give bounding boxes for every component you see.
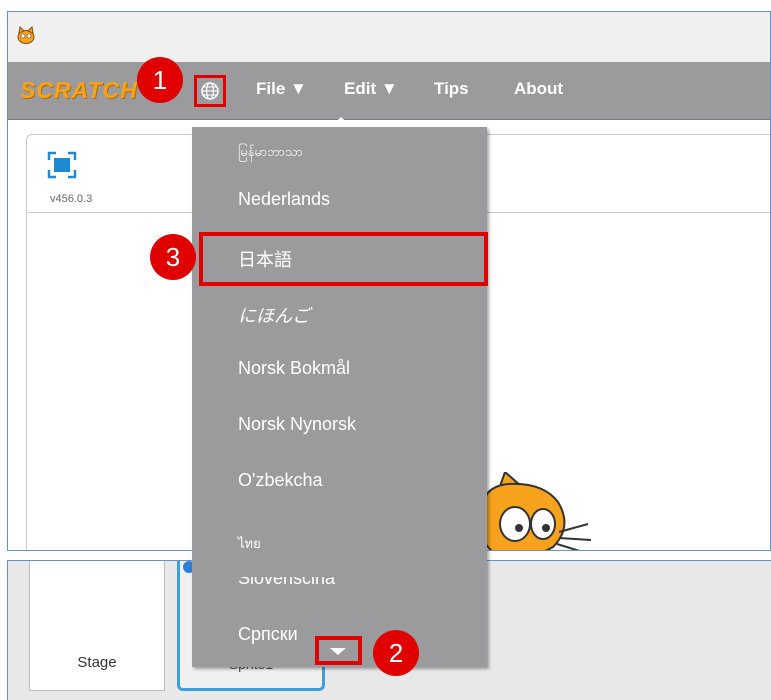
scroll-down-button[interactable]	[315, 636, 362, 665]
dropdown-gap	[192, 551, 487, 560]
language-item[interactable]: Norsk Bokmål	[238, 358, 350, 379]
language-item[interactable]: O'zbekcha	[238, 470, 322, 491]
step-badge-3: 3	[150, 234, 196, 280]
fullscreen-icon[interactable]	[47, 151, 77, 179]
dropdown-pointer	[330, 117, 352, 127]
step-badge-2: 2	[373, 630, 419, 676]
stage-thumbnail[interactable]	[29, 561, 165, 691]
globe-icon	[197, 81, 223, 101]
language-item[interactable]: Norsk Nynorsk	[238, 414, 356, 435]
language-item[interactable]: にほんご	[238, 302, 310, 328]
language-item[interactable]: Slovenščina	[238, 577, 335, 589]
language-dropdown: မြန်မာဘာသာ Nederlands 日本語 にほんご Norsk Bok…	[192, 127, 488, 667]
language-item[interactable]: Nederlands	[238, 189, 330, 210]
language-button[interactable]	[194, 75, 226, 107]
caret-down-icon	[330, 648, 346, 655]
selection-highlight	[199, 232, 488, 286]
menu-edit[interactable]: Edit ▼	[344, 79, 398, 99]
step-badge-1: 1	[137, 57, 183, 103]
title-bar	[8, 12, 770, 62]
stage-thumbnail-label: Stage	[77, 654, 117, 671]
version-label: v456.0.3	[50, 193, 93, 205]
scratch-logo[interactable]: SCRATCH	[20, 77, 138, 104]
language-item[interactable]: မြန်မာဘာသာ	[238, 144, 303, 163]
scratch-window: SCRATCH File ▼ Edit ▼ Tips About v456.0.…	[0, 0, 771, 700]
menu-bar: SCRATCH File ▼ Edit ▼ Tips About	[8, 62, 770, 120]
menu-about[interactable]: About	[514, 79, 563, 99]
menu-tips[interactable]: Tips	[434, 79, 469, 99]
scratch-cat-icon	[16, 25, 36, 46]
menu-file[interactable]: File ▼	[256, 79, 307, 99]
language-item[interactable]: Српски	[238, 624, 298, 645]
